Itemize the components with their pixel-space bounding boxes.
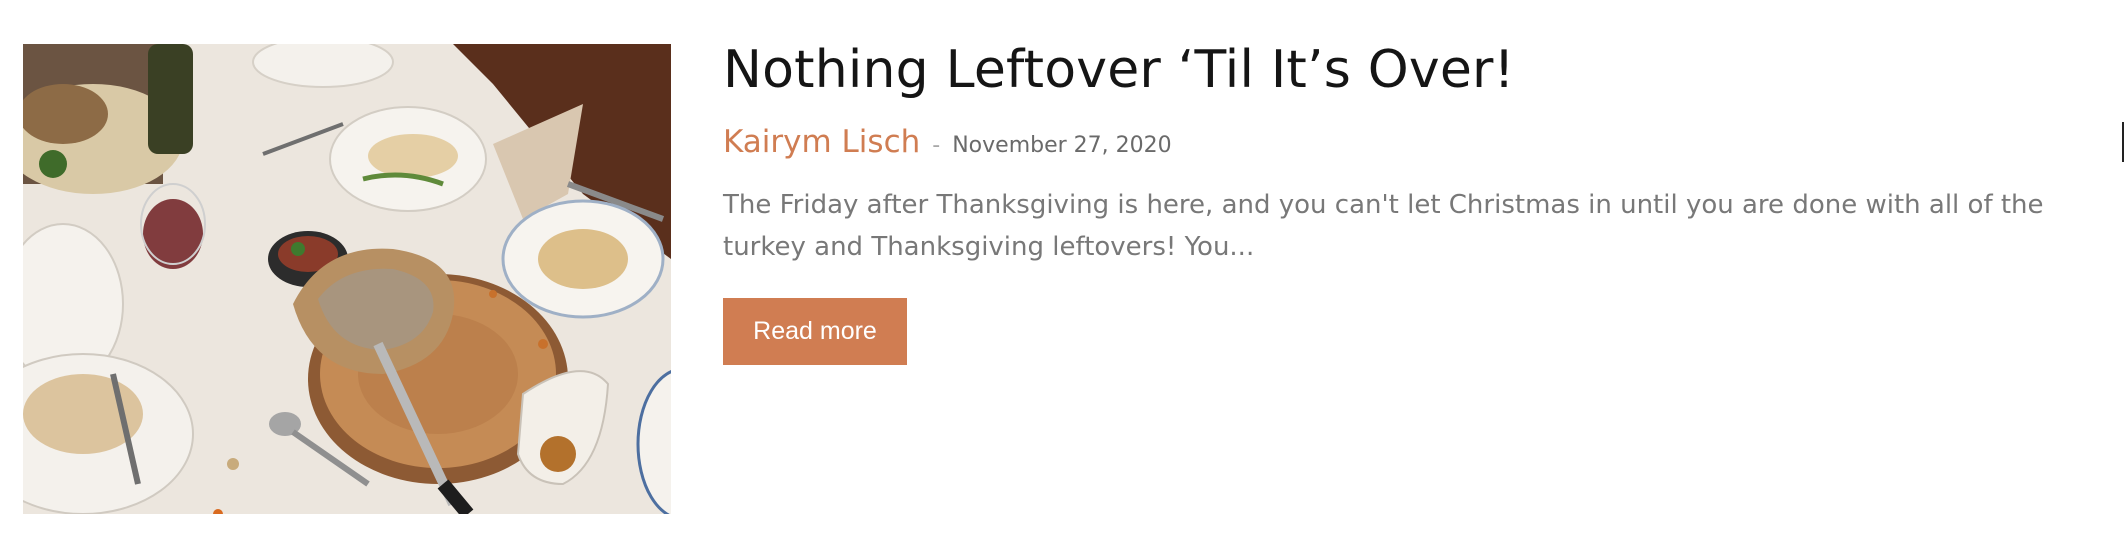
meta-separator: - xyxy=(932,133,941,158)
post-excerpt: The Friday after Thanksgiving is here, a… xyxy=(723,190,2044,262)
text-cursor xyxy=(2122,122,2124,162)
post-thumbnail-image xyxy=(23,44,671,514)
post-title[interactable]: Nothing Leftover ‘Til It’s Over! xyxy=(723,38,2123,102)
post-thumbnail-link[interactable] xyxy=(23,44,671,514)
post-author-link[interactable]: Kairym Lisch xyxy=(723,124,920,160)
post-content: Nothing Leftover ‘Til It’s Over! Kairym … xyxy=(723,38,2123,365)
blog-post-card: Nothing Leftover ‘Til It’s Over! Kairym … xyxy=(0,0,2126,538)
read-more-button[interactable]: Read more xyxy=(723,298,907,365)
post-date: November 27, 2020 xyxy=(952,133,1172,158)
post-meta: Kairym Lisch - November 27, 2020 xyxy=(723,124,2123,164)
